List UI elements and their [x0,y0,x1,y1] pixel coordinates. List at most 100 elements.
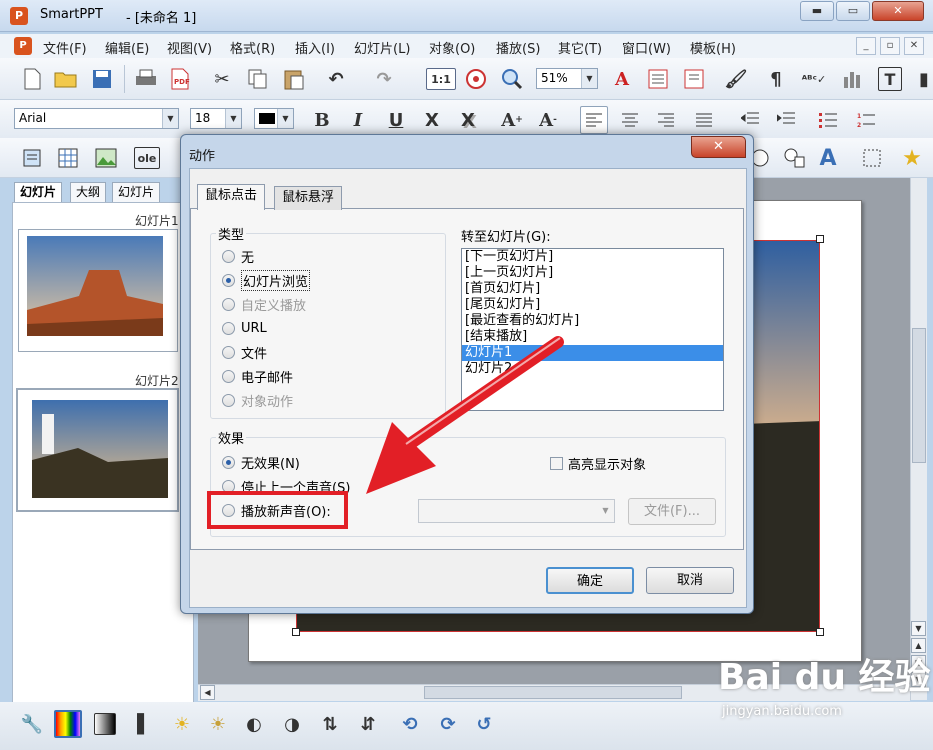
radio-no-effect[interactable]: 无效果(N) [222,452,300,472]
document-icon[interactable]: P [14,37,32,55]
align-center-icon[interactable] [616,106,644,134]
underline-button[interactable]: U [382,106,410,134]
copy-icon[interactable] [244,65,272,93]
group-select-icon[interactable] [858,144,886,172]
radio-type-url[interactable]: URL [222,318,267,338]
rotate-right-icon[interactable]: ⟳ [434,710,462,738]
save-icon[interactable] [88,65,116,93]
radio-type-file[interactable]: 文件 [222,342,267,362]
ok-button[interactable]: 确定 [546,567,634,594]
bold-button[interactable]: B [308,106,336,134]
pilcrow-icon[interactable]: ¶ [762,65,790,93]
reset-image-icon[interactable]: ↺ [470,710,498,738]
color-spectrum-icon[interactable] [54,710,82,738]
flip-up-icon[interactable]: ⇅ [316,710,344,738]
menu-view[interactable]: 视图(V) [167,38,212,57]
select-frame-icon[interactable] [18,144,46,172]
actual-size-button[interactable]: 1:1 [426,68,456,90]
align-left-icon[interactable] [580,106,608,134]
list-item[interactable]: [最近查看的幻灯片] [462,313,723,329]
mdi-minimize-button[interactable]: _ [856,37,876,55]
tab-mouse-click[interactable]: 鼠标点击 [197,184,266,210]
radio-type-slide-browse[interactable]: 幻灯片浏览 [222,269,311,291]
star-icon[interactable]: ★ [898,144,926,172]
italic-button[interactable]: I [344,106,372,134]
tab-slides[interactable]: 幻灯片 [14,182,63,202]
wrench-icon[interactable]: 🔧 [18,710,46,738]
paste-icon[interactable] [280,65,308,93]
contrast-up-icon[interactable]: ◐ [240,710,268,738]
table-icon[interactable] [54,144,82,172]
grow-font-icon[interactable]: A + [498,106,526,134]
undo-icon[interactable]: ↶ [322,65,350,93]
numbered-list-icon[interactable]: 12 [852,106,880,134]
resize-handle[interactable] [816,628,824,636]
menu-window[interactable]: 窗口(W) [622,38,671,57]
rotate-left-icon[interactable]: ⟲ [396,710,424,738]
print-icon[interactable] [132,65,160,93]
menu-format[interactable]: 格式(R) [230,38,275,57]
font-color-a-icon[interactable]: A [608,65,636,93]
mdi-restore-button[interactable]: ▫ [880,37,900,55]
more-tools-icon[interactable]: ▮ [910,65,933,93]
scroll-down-icon[interactable]: ▼ [911,621,926,636]
callout-icon[interactable] [780,144,808,172]
strikethrough-button[interactable]: X [418,106,446,134]
menu-insert[interactable]: 插入(I) [295,38,335,57]
ole-object-icon[interactable]: ole [134,147,160,169]
chart-icon[interactable] [838,65,866,93]
zoom-icon[interactable] [498,65,526,93]
increase-indent-icon[interactable] [772,106,800,134]
paragraph-format-icon[interactable] [644,65,672,93]
decrease-indent-icon[interactable] [736,106,764,134]
dialog-close-button[interactable]: ✕ [691,136,746,158]
list-format-icon[interactable] [680,65,708,93]
open-folder-icon[interactable] [52,65,80,93]
cut-icon[interactable]: ✂ [208,65,236,93]
close-button[interactable]: ✕ [872,1,924,21]
menu-template[interactable]: 模板(H) [690,38,736,57]
bullet-list-icon[interactable] [814,106,842,134]
resize-handle[interactable] [816,235,824,243]
justify-icon[interactable] [690,106,718,134]
resize-handle[interactable] [292,628,300,636]
maximize-button[interactable]: ▭ [836,1,870,21]
zoom-fit-icon[interactable] [462,65,490,93]
slide1-thumbnail[interactable] [18,229,178,352]
menu-play[interactable]: 播放(S) [496,38,540,57]
pdf-export-icon[interactable]: PDF [166,65,194,93]
scroll-thumb[interactable] [424,686,682,699]
radio-type-none[interactable]: 无 [222,246,254,266]
cancel-button[interactable]: 取消 [646,567,734,594]
radio-type-email[interactable]: 电子邮件 [222,366,293,386]
menu-edit[interactable]: 编辑(E) [105,38,149,57]
mdi-close-button[interactable]: ✕ [904,37,924,55]
font-size-select[interactable]: 18 ▼ [190,108,242,129]
tab-outline[interactable]: 大纲 [70,182,107,202]
list-item[interactable]: [上一页幻灯片] [462,265,723,281]
brush-icon[interactable]: 🖌 [722,65,750,93]
minimize-button[interactable]: ▬ [800,1,834,21]
image-icon[interactable] [92,144,120,172]
list-item[interactable]: [尾页幻灯片] [462,297,723,313]
zoom-select[interactable]: 51% ▼ [536,68,598,89]
font-color-select[interactable]: ▼ [254,108,294,129]
menu-other[interactable]: 其它(T) [558,38,602,57]
brightness-down-icon[interactable]: ☀ [204,710,232,738]
spellcheck-icon[interactable]: ᴬᴮᶜ✓ [800,65,828,93]
slide2-thumbnail[interactable] [16,388,179,512]
tab-slides-alt[interactable]: 幻灯片 [112,182,161,202]
contrast-down-icon[interactable]: ◑ [278,710,306,738]
menu-slide[interactable]: 幻灯片(L) [354,38,410,57]
menu-file[interactable]: 文件(F) [43,38,87,57]
tab-mouse-hover[interactable]: 鼠标悬浮 [274,186,343,210]
redo-icon[interactable]: ↷ [370,65,398,93]
scroll-left-icon[interactable]: ◀ [200,685,215,700]
shrink-font-icon[interactable]: A- [534,106,562,134]
gradient-icon[interactable] [94,713,116,735]
list-item[interactable]: [下一页幻灯片] [462,249,723,265]
vertical-scrollbar[interactable]: ▼ ▲ ▣ ▼ [910,178,927,700]
menu-object[interactable]: 对象(O) [429,38,475,57]
brightness-up-icon[interactable]: ☀ [168,710,196,738]
shadow-button[interactable]: X [454,106,482,134]
